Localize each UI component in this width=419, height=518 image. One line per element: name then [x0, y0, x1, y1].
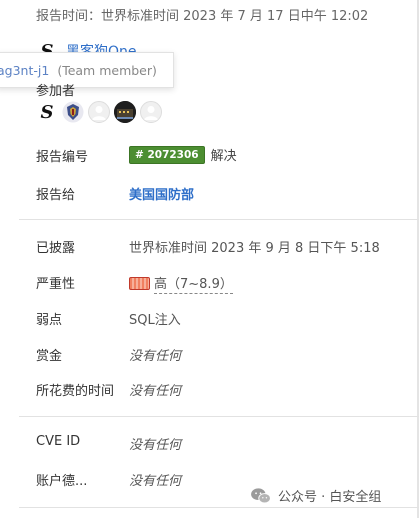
participant-avatar[interactable] — [88, 101, 110, 123]
participants-list: S — [36, 101, 162, 123]
account-label: 账户德... — [36, 474, 88, 489]
bounty-label: 赏金 — [36, 349, 63, 364]
reported-to-label: 报告给 — [36, 188, 76, 203]
bounty-value: 没有任何 — [129, 349, 182, 364]
disclosed-label: 已披露 — [36, 241, 76, 256]
wechat-icon — [251, 487, 271, 503]
participant-avatar[interactable] — [62, 101, 84, 123]
severity-text[interactable]: 高（7~8.9） — [154, 273, 233, 294]
user-placeholder-icon — [144, 106, 158, 120]
report-id-value: # 2072306 解决 — [129, 145, 237, 164]
cve-label: CVE ID — [36, 434, 81, 449]
divider — [19, 507, 419, 508]
divider — [19, 416, 419, 417]
watermark-text: 公众号 · 白安全组 — [278, 490, 382, 505]
report-status: 解决 — [210, 149, 237, 164]
shield-badge-icon — [62, 101, 84, 123]
severity-value: 高（7~8.9） — [129, 273, 233, 294]
account-value: 没有任何 — [129, 474, 182, 489]
weakness-value: SQL注入 — [129, 313, 181, 328]
severity-meter-icon — [129, 277, 150, 290]
user-tooltip: ag3nt-j1 (Team member) — [0, 52, 174, 88]
report-sidebar: 报告时间：世界标准时间 2023 年 7 月 17 日中午 12:02 S 黑客… — [0, 0, 419, 518]
cve-value: 没有任何 — [129, 438, 182, 453]
participant-avatar[interactable] — [140, 101, 162, 123]
tooltip-role: (Team member) — [57, 62, 157, 78]
participant-avatar[interactable]: S — [36, 101, 58, 123]
time-spent-label: 所花费的时间 — [36, 384, 115, 399]
severity-label: 严重性 — [36, 277, 76, 292]
participant-avatar[interactable] — [114, 101, 136, 123]
watermark: 公众号 · 白安全组 — [250, 486, 381, 505]
night-photo-icon — [114, 101, 136, 123]
reported-to-link[interactable]: 美国国防部 — [129, 184, 194, 203]
time-spent-value: 没有任何 — [129, 384, 182, 399]
report-id-label: 报告编号 — [36, 150, 89, 165]
divider — [19, 219, 419, 220]
user-placeholder-icon — [92, 106, 106, 120]
disclosed-value: 世界标准时间 2023 年 9 月 8 日下午 5:18 — [129, 241, 380, 256]
tooltip-handle: ag3nt-j1 — [0, 62, 50, 78]
weakness-label: 弱点 — [36, 313, 63, 328]
report-id-tag[interactable]: # 2072306 — [129, 145, 205, 164]
report-time: 报告时间：世界标准时间 2023 年 7 月 17 日中午 12:02 — [36, 9, 369, 24]
participants-label: 参加者 — [36, 84, 76, 99]
